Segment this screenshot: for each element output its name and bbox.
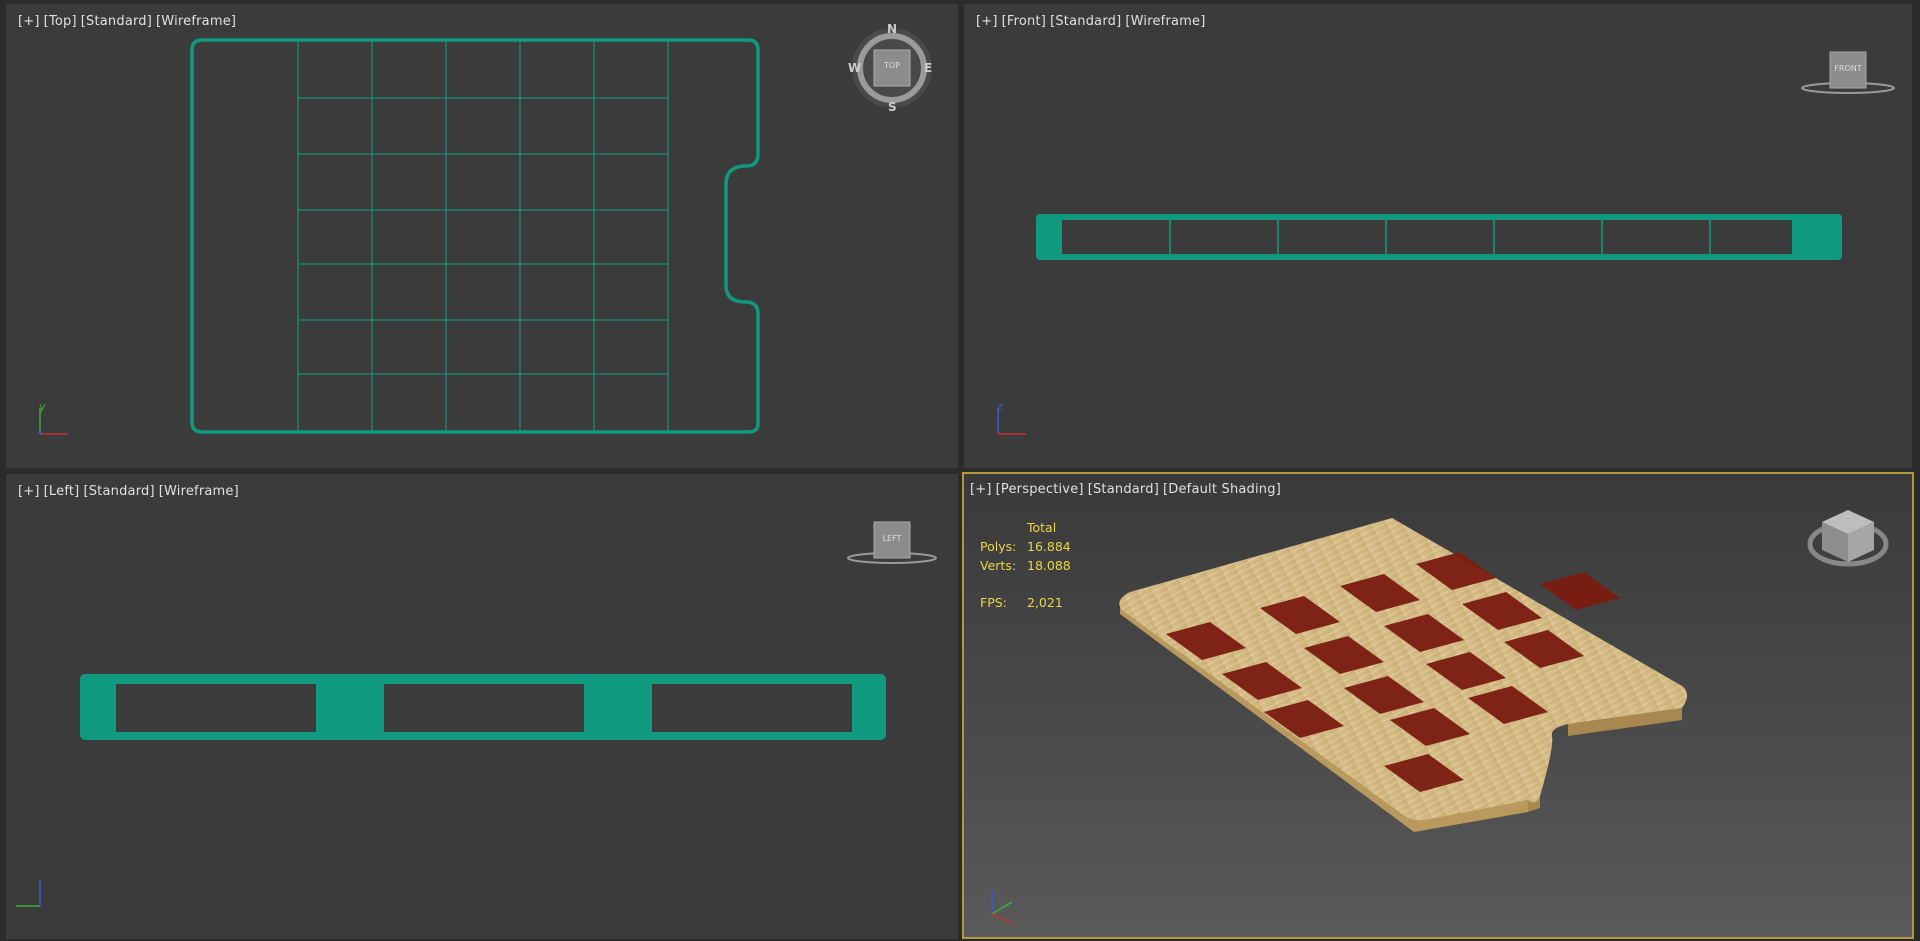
board-outline-top	[190, 38, 760, 434]
left-wireframe	[16, 521, 937, 907]
viewcube-front[interactable]: FRONT	[1830, 64, 1866, 73]
compass-n: N	[887, 22, 898, 36]
compass-s: S	[888, 100, 897, 114]
viewport-left[interactable]: [+] [Left] [Standard] [Wireframe] LEFT	[6, 474, 958, 939]
viewcube-left[interactable]: LEFT	[874, 534, 910, 543]
top-wireframe	[38, 28, 932, 435]
compass-w: W	[848, 61, 862, 75]
viewcube-perspective	[1807, 510, 1889, 567]
perspective-render	[991, 510, 1889, 925]
front-wireframe	[997, 51, 1895, 435]
viewport-top[interactable]: [+] [Top] [Standard] [Wireframe] N S E W TO…	[6, 4, 958, 468]
axis-label-z: z	[997, 400, 1003, 413]
viewport-perspective[interactable]: [+] [Perspective] [Standard] [Default Shadi…	[962, 472, 1914, 939]
compass-e: E	[924, 61, 933, 75]
chessboard-3d	[1119, 518, 1687, 832]
viewcube-top[interactable]: TOP	[874, 61, 910, 70]
axis-label-y: y	[39, 400, 46, 413]
grid-lines-top	[297, 41, 669, 431]
viewport-front[interactable]: [+] [Front] [Standard] [Wireframe] FRONT z	[964, 4, 1912, 468]
